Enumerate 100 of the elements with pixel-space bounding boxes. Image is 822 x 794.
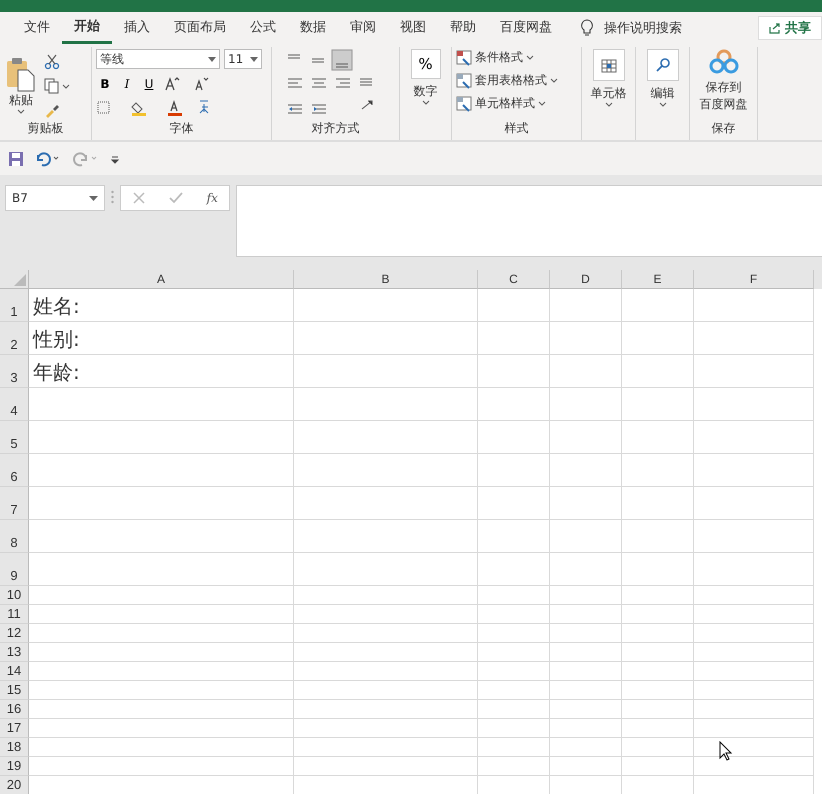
styles-menu-item[interactable]: 条件格式 (456, 49, 577, 66)
grid-cell[interactable] (550, 355, 622, 388)
grid-cell[interactable] (694, 421, 814, 454)
editing-button[interactable]: 编辑 (650, 85, 674, 102)
grid-cell[interactable] (478, 421, 550, 454)
grid-cell[interactable] (550, 586, 622, 605)
grid-cell[interactable]: 性别: (29, 322, 294, 355)
grid-cell[interactable] (694, 700, 814, 719)
grid-cell[interactable] (550, 553, 622, 586)
grid-cell[interactable] (622, 681, 694, 700)
ribbon-tab[interactable]: 数据 (288, 12, 338, 44)
grid-cell[interactable] (478, 719, 550, 738)
grid-cell[interactable] (622, 605, 694, 624)
grid-cell[interactable] (29, 487, 294, 520)
grid-cell[interactable] (694, 681, 814, 700)
grid-cell[interactable] (294, 520, 478, 553)
grid-cell[interactable] (294, 355, 478, 388)
number-format-button[interactable]: % (410, 49, 440, 79)
grid-cell[interactable] (478, 520, 550, 553)
grid-cell[interactable] (478, 662, 550, 681)
grid-cell[interactable] (478, 757, 550, 776)
grid-cell[interactable] (694, 719, 814, 738)
format-button[interactable]: I (118, 75, 136, 93)
grid-cell[interactable] (294, 586, 478, 605)
row-header[interactable]: 16 (0, 700, 29, 719)
grid-cell[interactable] (550, 757, 622, 776)
grid-cell[interactable] (694, 520, 814, 553)
row-header[interactable]: 5 (0, 421, 29, 454)
name-box[interactable]: B7 (5, 185, 105, 211)
format-button[interactable]: U (140, 75, 158, 93)
grid-cell[interactable] (550, 388, 622, 421)
ribbon-tab[interactable]: 百度网盘 (488, 12, 564, 44)
grid-cell[interactable] (694, 322, 814, 355)
ribbon-tab[interactable]: 文件 (12, 12, 62, 44)
save-to-cloud-button[interactable]: 保存到 百度网盘 (696, 79, 752, 113)
grid-cell[interactable] (294, 719, 478, 738)
grid-cell[interactable] (622, 586, 694, 605)
grid-cell[interactable] (550, 662, 622, 681)
cloud-icon[interactable] (708, 49, 738, 75)
grid-cell[interactable] (550, 605, 622, 624)
row-header[interactable]: 17 (0, 719, 29, 738)
font-name-field[interactable]: 等线 (96, 49, 220, 69)
grid-cell[interactable] (29, 421, 294, 454)
grid-cell[interactable] (694, 355, 814, 388)
grid-cell[interactable] (694, 388, 814, 421)
grid-cell[interactable] (294, 624, 478, 643)
grid-cell[interactable] (622, 757, 694, 776)
paste-button[interactable]: 粘贴 (4, 56, 38, 115)
grid-cell[interactable] (29, 586, 294, 605)
row-header[interactable]: 6 (0, 454, 29, 487)
ribbon-tab[interactable]: 插入 (112, 12, 162, 44)
grid-cell[interactable] (694, 487, 814, 520)
share-button[interactable]: 共享 (758, 16, 822, 40)
customize-icon[interactable] (110, 154, 120, 164)
grid-cell[interactable] (478, 681, 550, 700)
grid-cell[interactable] (622, 553, 694, 586)
column-header[interactable]: F (694, 270, 814, 289)
grid-cell[interactable] (478, 454, 550, 487)
row-header[interactable]: 4 (0, 388, 29, 421)
grid-cell[interactable] (294, 643, 478, 662)
grid-cell[interactable] (550, 487, 622, 520)
grid-cell[interactable] (294, 662, 478, 681)
grid-cell[interactable] (478, 322, 550, 355)
row-header[interactable]: 13 (0, 643, 29, 662)
row-header[interactable]: 19 (0, 757, 29, 776)
ribbon-tab[interactable]: 开始 (62, 12, 112, 44)
grid-cell[interactable] (294, 700, 478, 719)
grid-cell[interactable] (694, 662, 814, 681)
grid-cell[interactable] (622, 738, 694, 757)
column-header[interactable]: E (622, 270, 694, 289)
grid-cell[interactable] (294, 322, 478, 355)
grid-cell[interactable] (550, 700, 622, 719)
grid-cell[interactable] (29, 388, 294, 421)
grid-cell[interactable] (29, 719, 294, 738)
grid-cell[interactable] (622, 643, 694, 662)
grid-cell[interactable] (294, 388, 478, 421)
grid-cell[interactable] (478, 289, 550, 322)
grid-cell[interactable] (478, 643, 550, 662)
cancel-icon[interactable] (132, 191, 146, 205)
grid-cell[interactable] (622, 421, 694, 454)
grid-cell[interactable] (294, 738, 478, 757)
tell-me-search[interactable]: 操作说明搜索 (604, 19, 682, 37)
column-header[interactable]: A (29, 270, 294, 289)
search-icon[interactable] (646, 49, 678, 81)
grid-cell[interactable] (622, 662, 694, 681)
save-icon[interactable] (8, 150, 24, 166)
grip-icon[interactable] (111, 190, 114, 204)
grid-cell[interactable] (622, 700, 694, 719)
row-header[interactable]: 11 (0, 605, 29, 624)
grid-cell[interactable] (694, 289, 814, 322)
grid-cell[interactable] (550, 719, 622, 738)
grid-cell[interactable] (294, 681, 478, 700)
grid-cell[interactable] (29, 681, 294, 700)
grid-cell[interactable] (622, 719, 694, 738)
grid-cell[interactable] (29, 738, 294, 757)
grid-cell[interactable] (550, 681, 622, 700)
grid-cell[interactable] (294, 487, 478, 520)
grid-cell[interactable] (294, 454, 478, 487)
select-all-icon[interactable] (14, 274, 26, 286)
grid-cell[interactable] (550, 421, 622, 454)
